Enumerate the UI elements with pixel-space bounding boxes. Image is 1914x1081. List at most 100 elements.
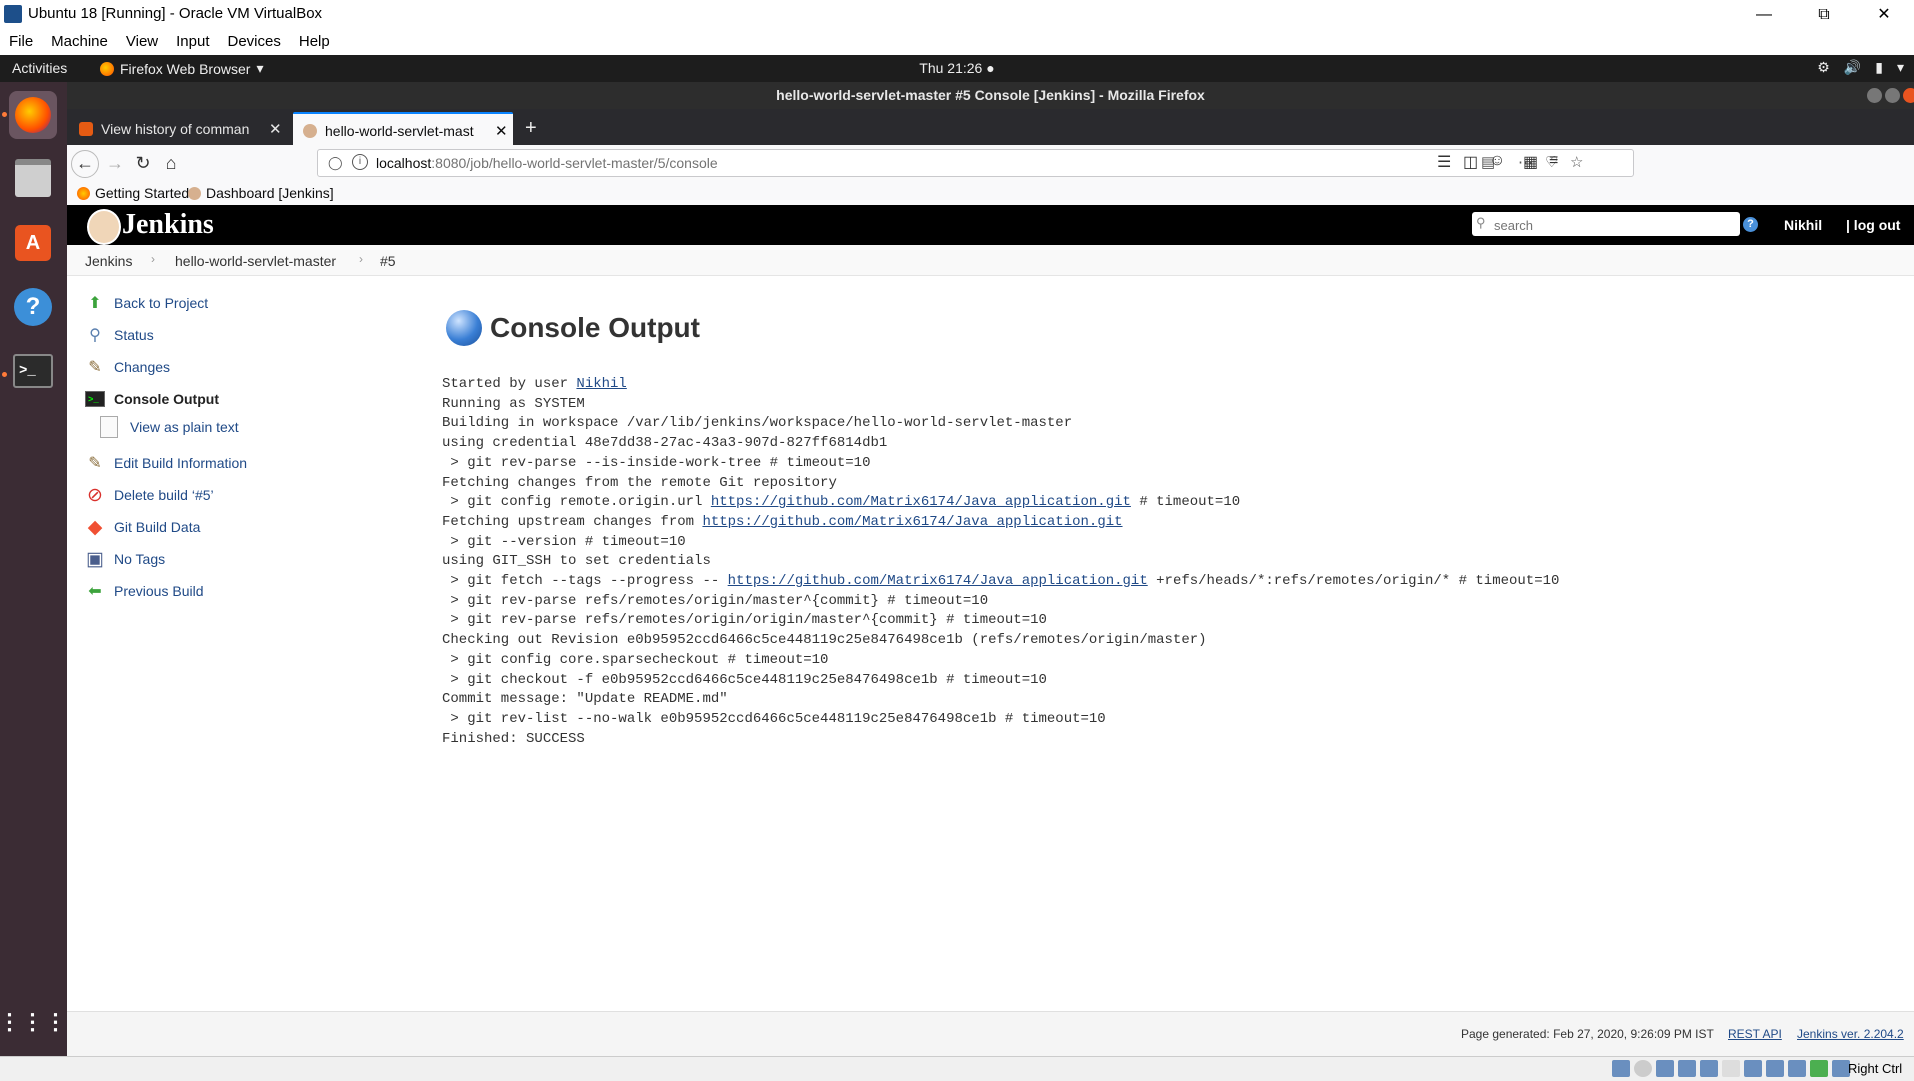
video-capture-icon[interactable] xyxy=(1766,1060,1784,1077)
console-line: # timeout=10 xyxy=(1130,494,1241,511)
side-changes[interactable]: ✎ Changes xyxy=(84,356,170,378)
jenkins-butler-logo-icon[interactable] xyxy=(87,209,121,245)
library-icon[interactable]: ☰ xyxy=(1437,152,1451,172)
jenkins-footer: Page generated: Feb 27, 2020, 9:26:09 PM… xyxy=(67,1011,1914,1057)
virtualbox-icon xyxy=(4,5,22,23)
extensions-icon[interactable]: ▦ xyxy=(1523,152,1538,172)
system-tray[interactable]: ⚙ 🔊 ▮ ▾ xyxy=(1817,59,1904,76)
user-link[interactable]: Nikhil xyxy=(576,376,626,392)
breadcrumb-jenkins[interactable]: Jenkins xyxy=(85,253,132,269)
repo-link[interactable]: https://github.com/Matrix6174/Java_appli… xyxy=(728,573,1148,589)
page-title: Console Output xyxy=(490,312,700,343)
running-indicator xyxy=(2,372,7,377)
minimize-icon[interactable] xyxy=(1867,88,1882,103)
side-label: Delete build ‘#5’ xyxy=(114,487,214,503)
side-delete-build[interactable]: ⊘ Delete build ‘#5’ xyxy=(84,484,214,506)
side-git-build-data[interactable]: ◆ Git Build Data xyxy=(84,516,201,538)
new-tab-icon[interactable]: + xyxy=(525,117,537,140)
tab-jenkins-console[interactable]: hello-world-servlet-mast ✕ xyxy=(293,112,513,147)
console-line: > git fetch --tags --progress -- xyxy=(442,573,728,590)
virtualbox-window-title: Ubuntu 18 [Running] - Oracle VM VirtualB… xyxy=(28,5,323,22)
sidebar-icon[interactable]: ◫ xyxy=(1463,152,1478,172)
console-line: > git rev-parse refs/remotes/origin/mast… xyxy=(442,592,989,609)
user-link[interactable]: Nikhil xyxy=(1784,217,1822,233)
minimize-icon[interactable]: — xyxy=(1734,0,1794,29)
menu-help[interactable]: Help xyxy=(290,29,339,55)
menu-file[interactable]: File xyxy=(0,29,42,55)
menu-view[interactable]: View xyxy=(117,29,167,55)
breadcrumb-project[interactable]: hello-world-servlet-master xyxy=(175,253,336,269)
display-icon[interactable] xyxy=(1744,1060,1762,1077)
jenkins-favicon-icon xyxy=(303,123,317,138)
ubuntu-dock: A ? >_ ⋮⋮⋮ xyxy=(0,82,67,1058)
mouse-integration-icon[interactable] xyxy=(1788,1060,1806,1077)
software-center-icon[interactable]: A xyxy=(9,219,57,267)
account-icon[interactable]: ☺ xyxy=(1489,152,1505,170)
home-icon[interactable]: ⌂ xyxy=(159,151,183,175)
side-label: Back to Project xyxy=(114,295,209,311)
audio-icon[interactable] xyxy=(1656,1060,1674,1077)
close-tab-icon[interactable]: ✕ xyxy=(269,120,282,138)
help-launcher-icon[interactable]: ? xyxy=(9,283,57,331)
magnifier-icon: ⚲ xyxy=(89,327,101,344)
left-arrow-icon: ⬅ xyxy=(88,583,102,600)
side-label: Status xyxy=(114,327,154,343)
url-host: localhost xyxy=(376,155,432,171)
side-no-tags[interactable]: ▣ No Tags xyxy=(84,548,165,570)
forward-icon[interactable]: → xyxy=(103,151,127,175)
network-icon[interactable] xyxy=(1678,1060,1696,1077)
jenkins-brand[interactable]: Jenkins xyxy=(122,209,214,241)
side-back-to-project[interactable]: ⬆ Back to Project xyxy=(84,292,208,314)
close-icon[interactable]: ✕ xyxy=(1854,0,1914,29)
shared-folders-icon[interactable] xyxy=(1722,1060,1740,1077)
side-edit-build-information[interactable]: ✎ Edit Build Information xyxy=(84,452,247,474)
close-tab-icon[interactable]: ✕ xyxy=(495,122,508,140)
navigation-toolbar: ← → ↻ ⌂ ◯ i localhost:8080/job/hello-wor… xyxy=(67,145,1914,181)
cpu-activity-icon[interactable] xyxy=(1810,1060,1828,1077)
console-line: Running as SYSTEM xyxy=(442,395,585,412)
repo-link[interactable]: https://github.com/Matrix6174/Java_appli… xyxy=(702,514,1122,530)
menu-devices[interactable]: Devices xyxy=(219,29,290,55)
clock[interactable]: Thu 21:26 ● xyxy=(0,60,1914,76)
hamburger-menu-icon[interactable]: ≡ xyxy=(1549,152,1558,170)
back-icon[interactable]: ← xyxy=(71,150,99,178)
restore-icon[interactable]: ⧉ xyxy=(1794,0,1854,29)
site-info-icon[interactable]: i xyxy=(352,154,368,170)
menu-machine[interactable]: Machine xyxy=(42,29,117,55)
logout-link[interactable]: | log out xyxy=(1846,217,1900,233)
repo-link[interactable]: https://github.com/Matrix6174/Java_appli… xyxy=(711,494,1131,510)
usb-icon[interactable] xyxy=(1700,1060,1718,1077)
hard-disk-icon[interactable] xyxy=(1612,1060,1630,1077)
search-box[interactable]: ⚲ xyxy=(1472,212,1740,236)
side-status[interactable]: ⚲ Status xyxy=(84,324,154,346)
tab-history[interactable]: View history of comman ✕ xyxy=(69,112,291,145)
close-icon[interactable] xyxy=(1903,88,1914,103)
tracking-protection-icon[interactable]: ◯ xyxy=(328,155,343,171)
page-generated-text: Page generated: Feb 27, 2020, 9:26:09 PM… xyxy=(1461,1027,1714,1041)
reload-icon[interactable]: ↻ xyxy=(131,151,155,175)
rest-api-link[interactable]: REST API xyxy=(1728,1027,1782,1041)
show-applications-icon[interactable]: ⋮⋮⋮ xyxy=(0,998,67,1046)
bookmark-dashboard-jenkins[interactable]: Dashboard [Jenkins] xyxy=(188,185,334,201)
maximize-icon[interactable] xyxy=(1885,88,1900,103)
menu-input[interactable]: Input xyxy=(167,29,218,55)
bookmark-getting-started[interactable]: Getting Started xyxy=(77,185,189,201)
caret-down-icon: ▾ xyxy=(1896,59,1904,75)
firefox-launcher-icon[interactable] xyxy=(9,91,57,139)
console-line: Commit message: "Update README.md" xyxy=(442,691,728,708)
help-icon[interactable]: ? xyxy=(1743,217,1758,232)
bookmark-label: Dashboard [Jenkins] xyxy=(206,185,334,201)
terminal-launcher-icon[interactable]: >_ xyxy=(9,347,57,395)
url-text[interactable]: localhost:8080/job/hello-world-servlet-m… xyxy=(376,155,718,171)
side-previous-build[interactable]: ⬅ Previous Build xyxy=(84,580,204,602)
files-launcher-icon[interactable] xyxy=(9,154,57,202)
tab-label: hello-world-servlet-mast xyxy=(325,122,474,139)
side-view-plain-text[interactable]: View as plain text xyxy=(100,416,239,438)
optical-drive-icon[interactable] xyxy=(1634,1060,1652,1077)
jenkins-version-link[interactable]: Jenkins ver. 2.204.2 xyxy=(1797,1027,1904,1041)
side-console-output[interactable]: >_ Console Output xyxy=(84,388,219,410)
breadcrumb-build[interactable]: #5 xyxy=(380,253,396,269)
side-label: Previous Build xyxy=(114,583,204,599)
bookmark-star-icon[interactable]: ☆ xyxy=(1570,153,1583,171)
search-input[interactable] xyxy=(1492,214,1736,236)
